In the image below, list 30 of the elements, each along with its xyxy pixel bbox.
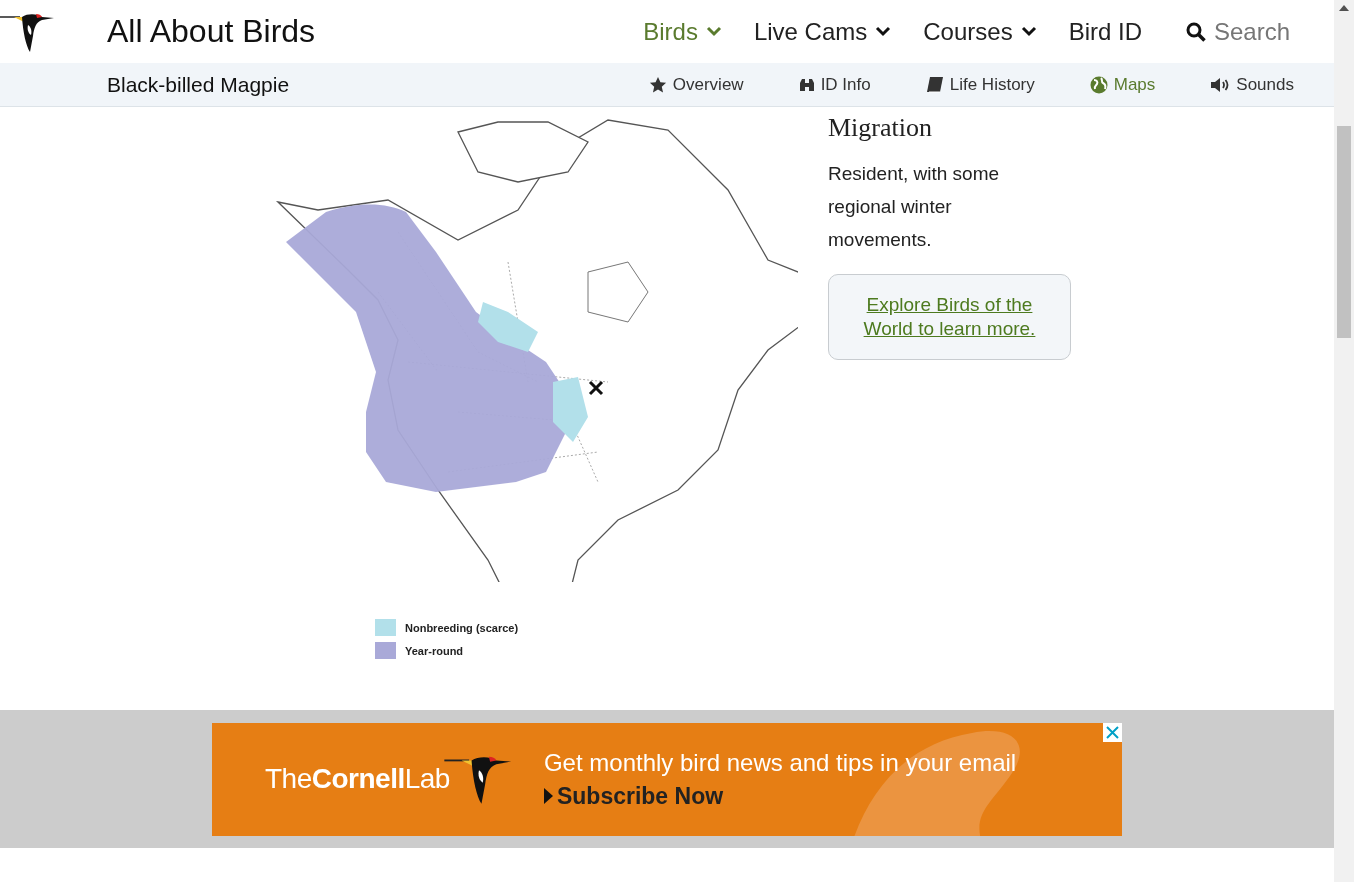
- chevron-down-icon: [705, 26, 722, 37]
- section-tab[interactable]: Sounds: [1210, 74, 1294, 95]
- search-field[interactable]: Search: [1214, 17, 1296, 46]
- section-heading: Migration: [828, 113, 933, 143]
- legend-label: Nonbreeding (scarce): [405, 621, 519, 634]
- site-title[interactable]: All About Birds: [107, 13, 644, 50]
- section-tab[interactable]: Life History: [925, 74, 1035, 95]
- legend-label: Year-round: [405, 644, 464, 657]
- star-icon: [648, 75, 667, 94]
- book-icon: [925, 75, 944, 94]
- chevron-down-icon: [875, 26, 892, 37]
- section-tab[interactable]: Overview: [648, 74, 744, 95]
- section-tab[interactable]: Maps: [1089, 74, 1156, 95]
- explore-link[interactable]: Explore Birds of the World to learn more.: [849, 293, 1050, 341]
- nav-menu-item[interactable]: Birds: [643, 17, 722, 46]
- nav-menu-item[interactable]: Courses: [923, 17, 1037, 46]
- nav-menu-item[interactable]: Live Cams: [753, 17, 892, 46]
- ad-banner[interactable]: TheCornellLab Get monthly bird news and tips in your email Subscribe Now: [212, 722, 1122, 836]
- ad-headline: Get monthly bird news and tips in your email: [543, 748, 1017, 777]
- binoculars-icon: [798, 76, 815, 93]
- subscribe-link[interactable]: Subscribe Now: [543, 782, 1017, 810]
- section-tab[interactable]: ID Info: [798, 74, 871, 95]
- nav-menu-item[interactable]: Bird ID: [1068, 17, 1142, 46]
- species-name: Black-billed Magpie: [107, 72, 291, 97]
- chevron-down-icon: [1020, 26, 1037, 37]
- globe-icon: [1089, 75, 1108, 94]
- speaker-icon: [1210, 76, 1231, 93]
- cornell-lab-logo: TheCornellLab: [265, 763, 450, 795]
- search-icon: [1186, 21, 1206, 42]
- migration-text: Resident, with some regional winter movements.: [828, 162, 1001, 252]
